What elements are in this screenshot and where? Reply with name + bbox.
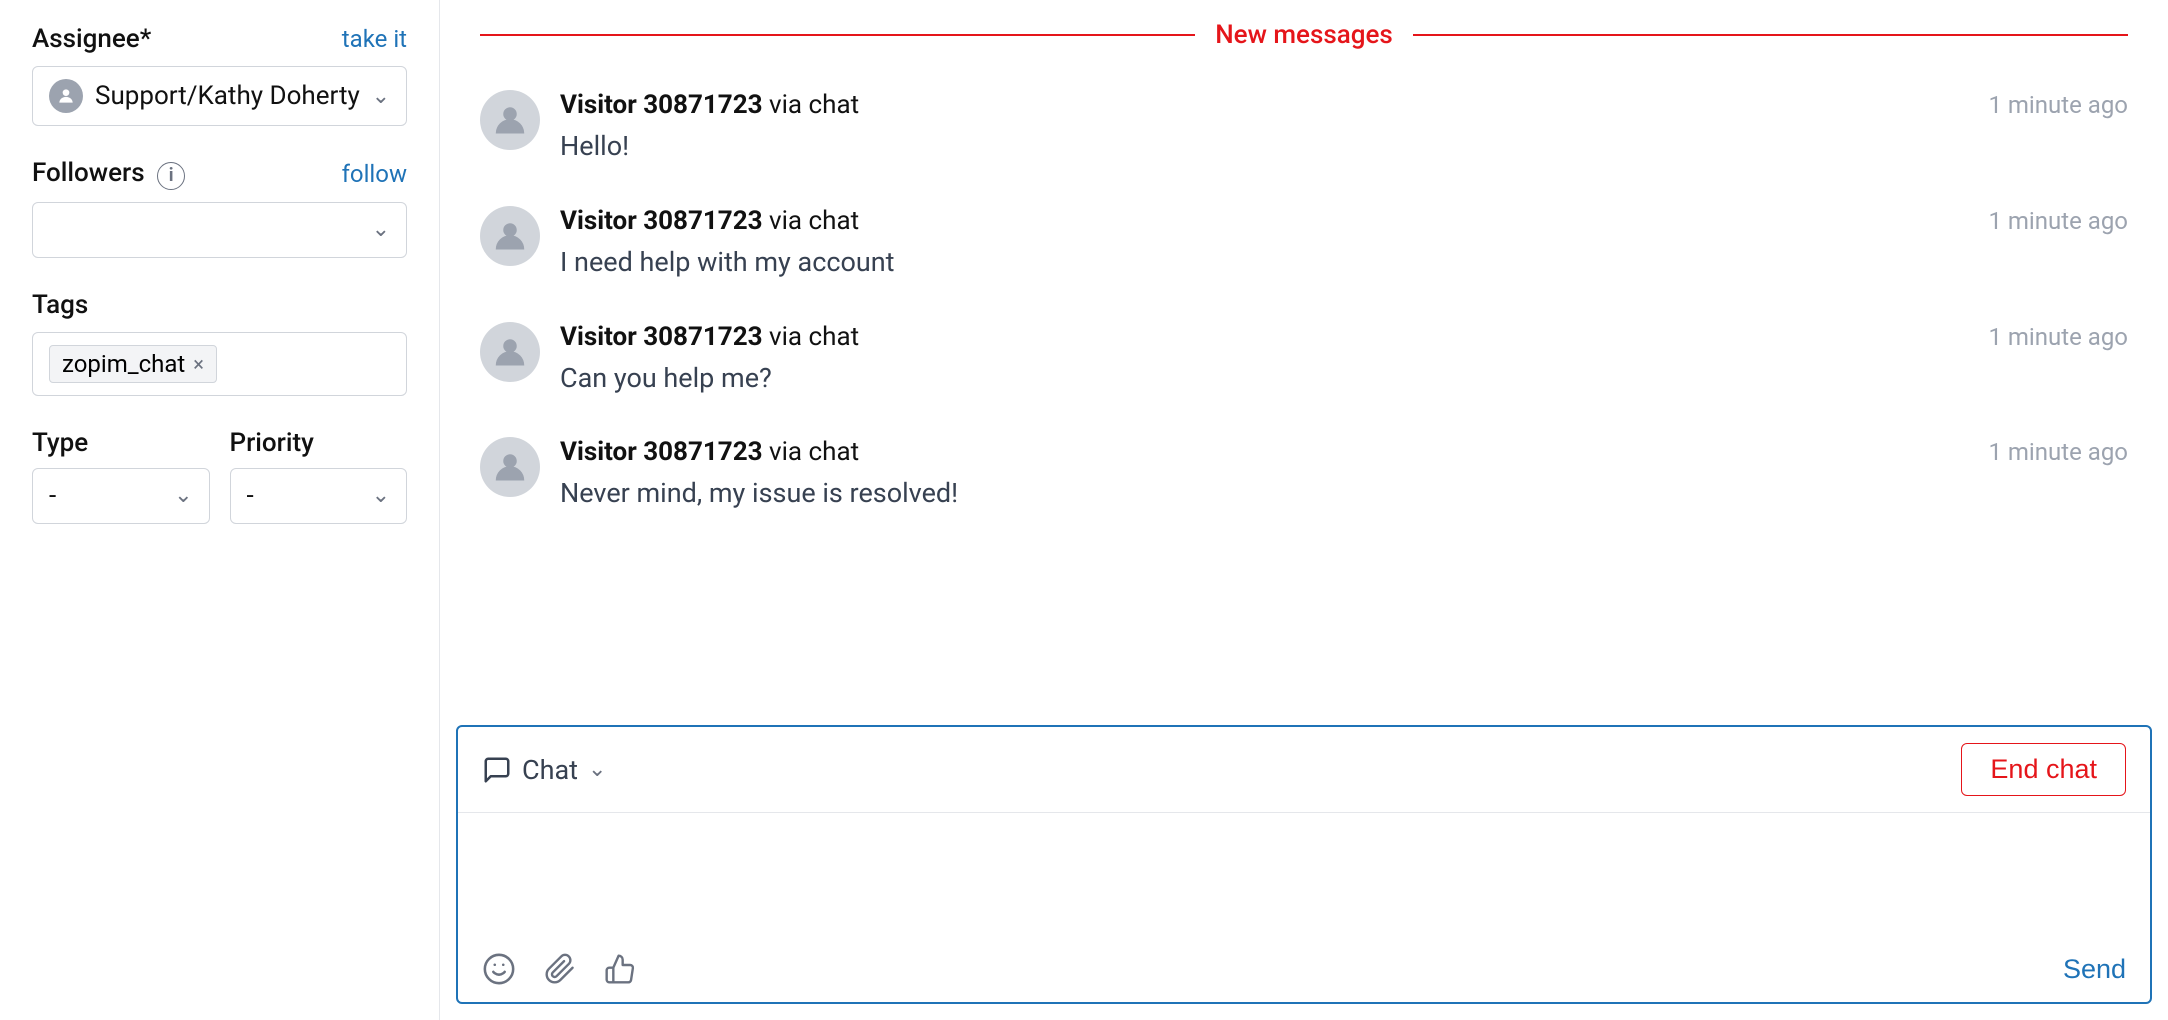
chat-bubble-icon (482, 755, 512, 785)
message-text: Never mind, my issue is resolved! (560, 475, 2128, 513)
new-messages-label: New messages (1215, 20, 1393, 50)
chat-actions: Send (458, 940, 2150, 1002)
message-time: 1 minute ago (1988, 323, 2128, 351)
message-item: Visitor 30871723 via chat 1 minute ago N… (480, 417, 2128, 533)
message-sender: Visitor 30871723 via chat (560, 437, 859, 467)
followers-select[interactable]: ⌄ (32, 202, 407, 258)
followers-label: Followers i (32, 158, 185, 190)
message-item: Visitor 30871723 via chat 1 minute ago I… (480, 186, 2128, 302)
tags-input[interactable]: zopim_chat × (32, 332, 407, 396)
message-content: Visitor 30871723 via chat 1 minute ago C… (560, 322, 2128, 398)
divider-line-left (480, 34, 1195, 36)
assignee-label: Assignee* (32, 24, 151, 54)
followers-header: Followers i follow (32, 158, 407, 190)
type-select[interactable]: - ⌄ (32, 468, 210, 524)
message-text: Can you help me? (560, 360, 2128, 398)
message-avatar (480, 90, 540, 150)
messages-area: Visitor 30871723 via chat 1 minute ago H… (440, 70, 2168, 725)
tags-label: Tags (32, 290, 88, 320)
message-item: Visitor 30871723 via chat 1 minute ago C… (480, 302, 2128, 418)
assignee-field: Assignee* take it Support/Kathy Doherty … (32, 24, 407, 126)
followers-field: Followers i follow ⌄ (32, 158, 407, 258)
tag-value: zopim_chat (62, 350, 185, 378)
message-content: Visitor 30871723 via chat 1 minute ago I… (560, 206, 2128, 282)
take-it-link[interactable]: take it (342, 25, 407, 53)
message-avatar (480, 437, 540, 497)
followers-info-icon[interactable]: i (157, 162, 185, 190)
avatar (49, 79, 83, 113)
new-messages-divider: New messages (440, 0, 2168, 70)
type-value: - (49, 481, 56, 511)
message-content: Visitor 30871723 via chat 1 minute ago N… (560, 437, 2128, 513)
message-header: Visitor 30871723 via chat 1 minute ago (560, 90, 2128, 120)
chat-mode-selector[interactable]: Chat ⌄ (482, 754, 606, 786)
type-priority-row: Type - ⌄ Priority - ⌄ (32, 428, 407, 524)
type-label: Type (32, 428, 210, 458)
assignee-inner: Support/Kathy Doherty (49, 79, 360, 113)
assignee-header: Assignee* take it (32, 24, 407, 54)
end-chat-button[interactable]: End chat (1961, 743, 2126, 796)
assignee-chevron-icon: ⌄ (372, 84, 390, 109)
message-header: Visitor 30871723 via chat 1 minute ago (560, 322, 2128, 352)
message-text: I need help with my account (560, 244, 2128, 282)
message-sender: Visitor 30871723 via chat (560, 206, 859, 236)
emoji-icon[interactable] (482, 952, 516, 986)
message-header: Visitor 30871723 via chat 1 minute ago (560, 437, 2128, 467)
chat-input-area: Chat ⌄ End chat (456, 725, 2152, 1004)
message-time: 1 minute ago (1988, 207, 2128, 235)
assignee-value: Support/Kathy Doherty (95, 81, 360, 111)
message-header: Visitor 30871723 via chat 1 minute ago (560, 206, 2128, 236)
followers-chevron-icon: ⌄ (372, 217, 390, 242)
type-chevron-icon: ⌄ (174, 483, 192, 508)
message-sender: Visitor 30871723 via chat (560, 322, 859, 352)
chat-text-input[interactable] (458, 813, 2150, 933)
message-avatar (480, 322, 540, 382)
message-content: Visitor 30871723 via chat 1 minute ago H… (560, 90, 2128, 166)
priority-label: Priority (230, 428, 408, 458)
priority-chevron-icon: ⌄ (372, 483, 390, 508)
follow-link[interactable]: follow (342, 160, 407, 188)
tag-item: zopim_chat × (49, 345, 217, 383)
attachment-icon[interactable] (544, 953, 576, 985)
priority-value: - (247, 481, 254, 511)
priority-col: Priority - ⌄ (230, 428, 408, 524)
chat-mode-chevron-icon: ⌄ (588, 757, 606, 782)
tag-remove-icon[interactable]: × (193, 352, 204, 376)
chat-action-icons (482, 952, 636, 986)
chat-toolbar: Chat ⌄ End chat (458, 727, 2150, 813)
divider-line-right (1413, 34, 2128, 36)
thumbsup-icon[interactable] (604, 953, 636, 985)
message-time: 1 minute ago (1988, 91, 2128, 119)
assignee-select[interactable]: Support/Kathy Doherty ⌄ (32, 66, 407, 126)
priority-select[interactable]: - ⌄ (230, 468, 408, 524)
message-sender: Visitor 30871723 via chat (560, 90, 859, 120)
right-panel: New messages Visitor 30871723 via chat 1… (440, 0, 2168, 1020)
tags-header: Tags (32, 290, 407, 320)
message-time: 1 minute ago (1988, 438, 2128, 466)
tags-field: Tags zopim_chat × (32, 290, 407, 396)
chat-mode-label: Chat (522, 754, 578, 786)
message-avatar (480, 206, 540, 266)
send-button[interactable]: Send (2063, 954, 2126, 985)
message-text: Hello! (560, 128, 2128, 166)
left-panel: Assignee* take it Support/Kathy Doherty … (0, 0, 440, 1020)
message-item: Visitor 30871723 via chat 1 minute ago H… (480, 70, 2128, 186)
type-col: Type - ⌄ (32, 428, 210, 524)
